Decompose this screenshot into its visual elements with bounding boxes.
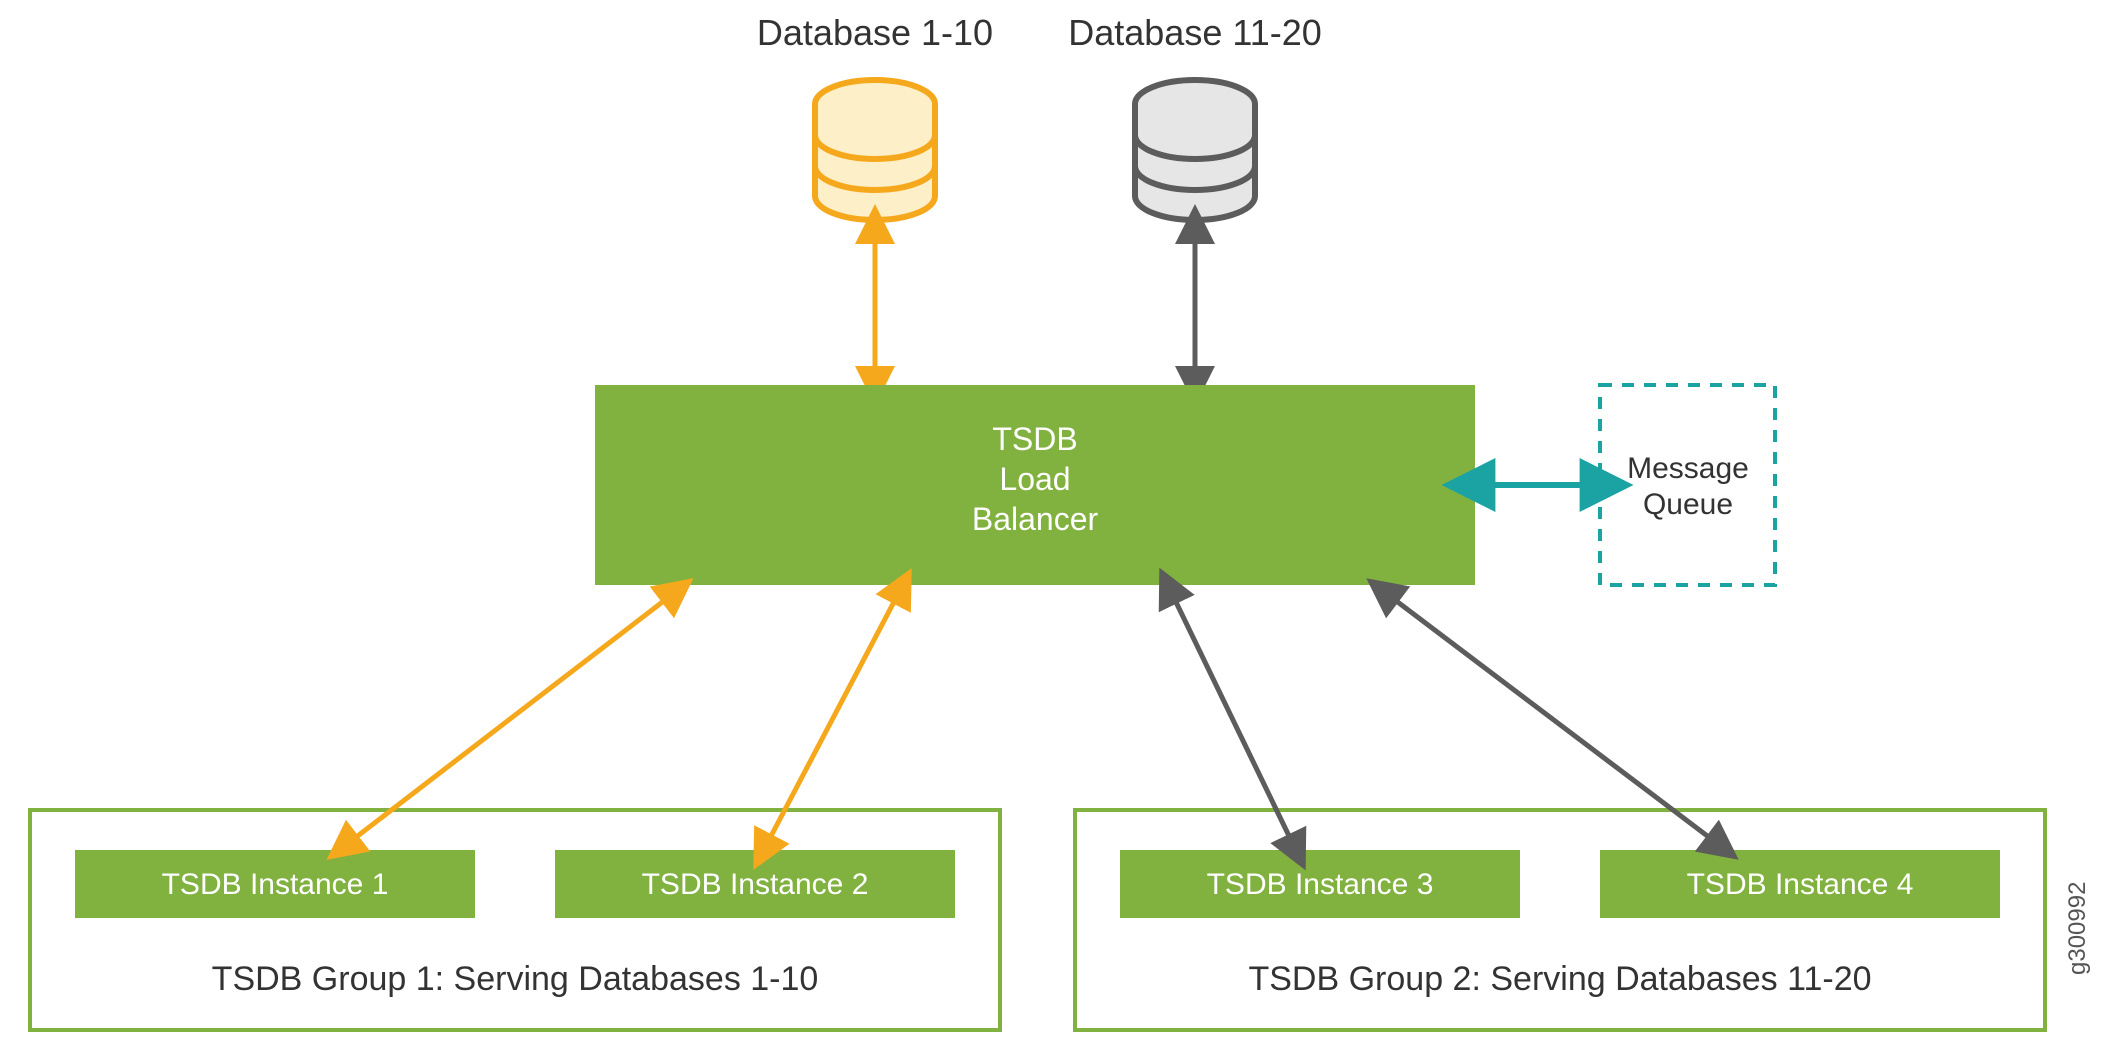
- group-2-label: TSDB Group 2: Serving Databases 11-20: [1248, 960, 1871, 998]
- message-queue-text-2: Queue: [1643, 488, 1733, 521]
- message-queue-box: [1600, 385, 1775, 585]
- instance-3-label: TSDB Instance 3: [1207, 868, 1434, 901]
- database-icon-left: [815, 80, 935, 220]
- database-icon-right: [1135, 80, 1255, 220]
- load-balancer-text-1: TSDB: [992, 421, 1077, 457]
- arrow-lb-to-inst1: [355, 600, 665, 838]
- arrow-lb-to-inst2: [770, 600, 895, 838]
- db-right-label: Database 11-20: [1068, 12, 1322, 53]
- instance-1-label: TSDB Instance 1: [162, 868, 389, 901]
- figure-id: g300992: [2064, 882, 2091, 975]
- message-queue-text-1: Message: [1627, 452, 1749, 485]
- architecture-diagram: Database 1-10 Database 11-20 TSDB Load B…: [0, 0, 2101, 1063]
- load-balancer-text-3: Balancer: [972, 501, 1099, 537]
- instance-2-label: TSDB Instance 2: [642, 868, 869, 901]
- group-1-label: TSDB Group 1: Serving Databases 1-10: [212, 960, 819, 998]
- db-left-label: Database 1-10: [757, 12, 993, 53]
- instance-4-label: TSDB Instance 4: [1687, 868, 1914, 901]
- arrow-lb-to-inst4: [1395, 600, 1710, 838]
- arrow-lb-to-inst3: [1175, 600, 1290, 838]
- load-balancer-text-2: Load: [999, 461, 1070, 497]
